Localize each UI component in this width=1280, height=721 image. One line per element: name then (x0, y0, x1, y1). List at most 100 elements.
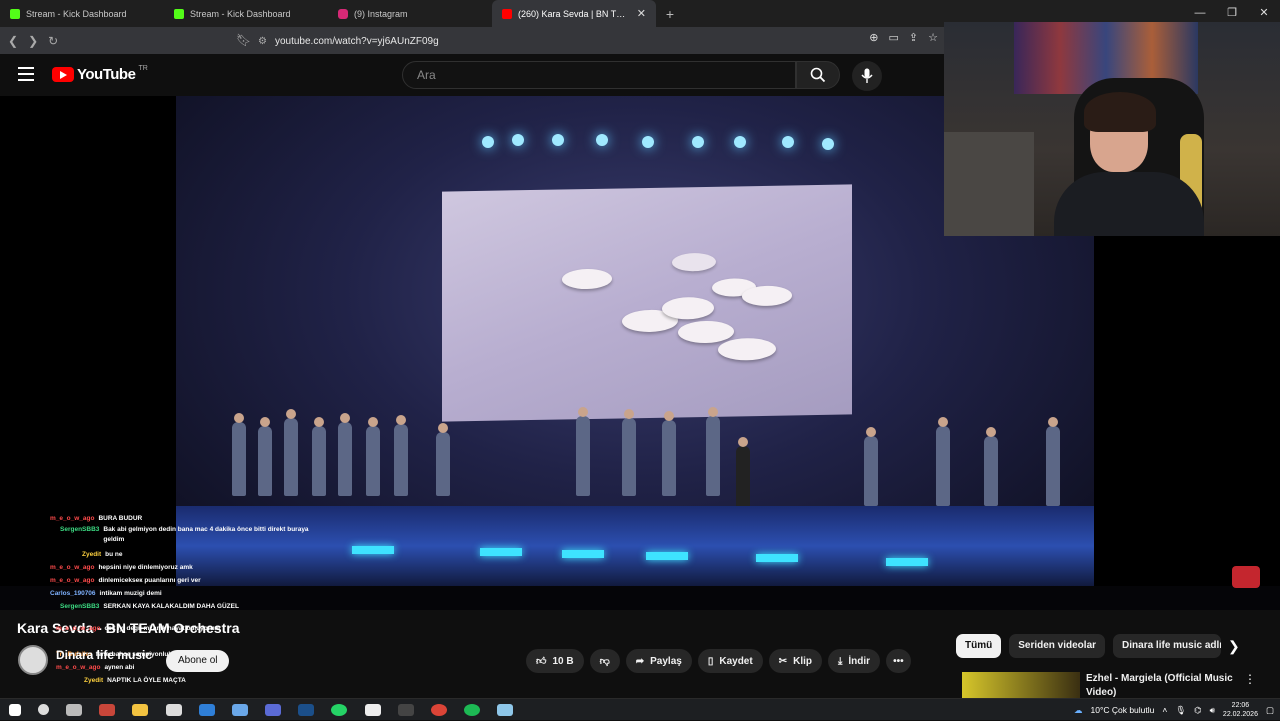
forward-icon[interactable]: ❯ (28, 34, 38, 48)
stage-floor-light (886, 558, 928, 566)
chip-channel[interactable]: Dinara life music adlı (1113, 634, 1222, 658)
tab-label: Stream - Kick Dashboard (26, 8, 127, 19)
browser-tab[interactable]: Stream - Kick Dashboard (0, 0, 164, 27)
notification-icon[interactable]: ▢ (1266, 705, 1274, 716)
like-count: 10 B (552, 655, 574, 667)
stage-light (692, 136, 704, 148)
clip-button[interactable]: ✂ Klip (768, 649, 822, 673)
weather-text[interactable]: 10°C Çok bulutlu (1090, 705, 1154, 715)
browser-tab-active[interactable]: (260) Kara Sevda | BN TEAM O ✕ (492, 0, 656, 27)
chat-user: SergenSBB3 (60, 526, 100, 533)
screen-coin (662, 296, 714, 320)
kick-icon (174, 8, 184, 19)
site-info-icon[interactable]: ⚙ (258, 36, 267, 47)
chat-text: bu ne (105, 551, 123, 558)
chevron-right-icon[interactable]: ❯ (1228, 638, 1240, 655)
download-label: İndir (848, 655, 871, 667)
weather-icon[interactable]: ☁ (1074, 705, 1083, 716)
performer (1046, 417, 1060, 506)
task-view-icon[interactable] (65, 703, 82, 716)
stage-light (642, 136, 654, 148)
related-filter-chips: Tümü Seriden videolar Dinara life music … (956, 634, 1222, 658)
volume-icon[interactable]: 🔊︎ (1210, 705, 1215, 716)
performer (662, 411, 676, 496)
clock[interactable]: 22:06 22.02.2026 (1223, 701, 1258, 719)
chip-series[interactable]: Seriden videolar (1009, 634, 1106, 658)
stage-light (822, 138, 834, 150)
youtube-logo[interactable]: YouTube TR (52, 65, 148, 83)
performer (366, 417, 380, 496)
thumbs-down-icon: 👎︎ (599, 656, 610, 667)
recommended-title[interactable]: Ezhel - Margiela (Official Music Video) (1086, 672, 1236, 700)
steam-icon[interactable] (298, 703, 315, 716)
windows-start-icon[interactable] (8, 703, 21, 716)
file-explorer-icon[interactable] (132, 703, 149, 716)
video-info-section: Kara Sevda - BN TEAM Orchestra m_e_o_w_a… (0, 610, 1280, 698)
search-button[interactable] (796, 61, 840, 89)
screen-coin (742, 285, 792, 307)
share-button[interactable]: ➦ Paylaş (625, 649, 692, 673)
chat-text: BURA BUDUR (98, 515, 143, 522)
tab-label: (260) Kara Sevda | BN TEAM O (518, 8, 631, 19)
url-text: youtube.com/watch?v=yj6AUnZF09g (274, 35, 439, 47)
chat-text: NAPTIK LA ÖYLE MAÇTA (107, 677, 186, 684)
chat-message: Zyedit NAPTIK LA ÖYLE MAÇTA (56, 674, 316, 687)
extension-icon[interactable]: ☆ (928, 31, 938, 44)
chat-text: Bak abi gelmiyon dedin bana mac 4 dakika… (103, 526, 309, 543)
address-bar[interactable]: ⚙ youtube.com/watch?v=yj6AUnZF09g (258, 31, 878, 51)
bookmark-icon[interactable]: 🔖︎ (236, 33, 251, 47)
channel-avatar[interactable] (18, 645, 48, 675)
app-icon[interactable] (231, 703, 248, 716)
chrome-icon[interactable] (431, 703, 448, 716)
chat-message: m_e_o_w_ago BURA BUDUR (50, 512, 310, 525)
share-label: Paylaş (650, 655, 682, 667)
screen-coin (718, 337, 776, 361)
performer (706, 407, 720, 496)
kebab-menu-icon[interactable]: ⋮ (1244, 672, 1256, 686)
app-icon[interactable] (397, 703, 414, 716)
voice-search-button[interactable] (852, 61, 882, 91)
chip-all[interactable]: Tümü (956, 634, 1002, 658)
zoom-icon[interactable]: ⊕ (869, 31, 878, 44)
close-tab-icon[interactable]: ✕ (637, 7, 646, 20)
chevron-up-icon[interactable]: ˄ (1162, 705, 1167, 715)
app-icon[interactable] (99, 703, 116, 716)
chat-user: m_e_o_w_ago (50, 577, 95, 584)
search-input[interactable]: Ara (402, 61, 796, 89)
reload-icon[interactable]: ↻ (48, 34, 58, 48)
download-button[interactable]: ⤓ İndir (827, 649, 881, 673)
dislike-button[interactable]: 👎︎ (589, 649, 620, 673)
tab-label: (9) Instagram (354, 8, 408, 19)
subscribe-button[interactable]: Abone ol (166, 650, 230, 672)
app-icon[interactable] (198, 703, 215, 716)
subscribe-watermark-icon[interactable] (1232, 566, 1260, 588)
new-tab-button[interactable]: + (656, 6, 684, 22)
app-icon[interactable] (265, 703, 282, 716)
youtube-header: YouTube TR Ara (0, 54, 944, 96)
performer (576, 407, 590, 496)
app-icon[interactable] (497, 703, 514, 716)
app-icon[interactable] (364, 703, 381, 716)
recommended-thumbnail[interactable] (962, 672, 1080, 698)
back-icon[interactable]: ❮ (8, 34, 18, 48)
spotify-icon[interactable] (464, 703, 481, 716)
app-icon[interactable] (165, 703, 182, 716)
share-icon[interactable]: ⇪ (909, 31, 918, 44)
stage-light (782, 136, 794, 148)
cast-icon[interactable]: ▭ (889, 31, 899, 44)
save-button[interactable]: ▯ Kaydet (697, 649, 763, 673)
like-button[interactable]: 👍︎ 10 B (526, 649, 584, 673)
share-arrow-icon: ➦ (635, 655, 645, 667)
network-icon[interactable]: ⌬ (1194, 705, 1201, 716)
more-actions-button[interactable]: ••• (886, 649, 911, 673)
whatsapp-icon[interactable] (331, 703, 348, 716)
search-icon[interactable] (37, 704, 49, 715)
stage-floor-light (480, 548, 522, 556)
browser-tab[interactable]: (9) Instagram (328, 0, 492, 27)
mic-icon[interactable]: 🎙︎ (1175, 705, 1186, 716)
browser-tab[interactable]: Stream - Kick Dashboard (164, 0, 328, 27)
menu-icon[interactable] (18, 67, 34, 81)
channel-name[interactable]: Dinara life music (56, 648, 152, 662)
performer (338, 413, 352, 496)
wall-panel (944, 132, 1034, 236)
